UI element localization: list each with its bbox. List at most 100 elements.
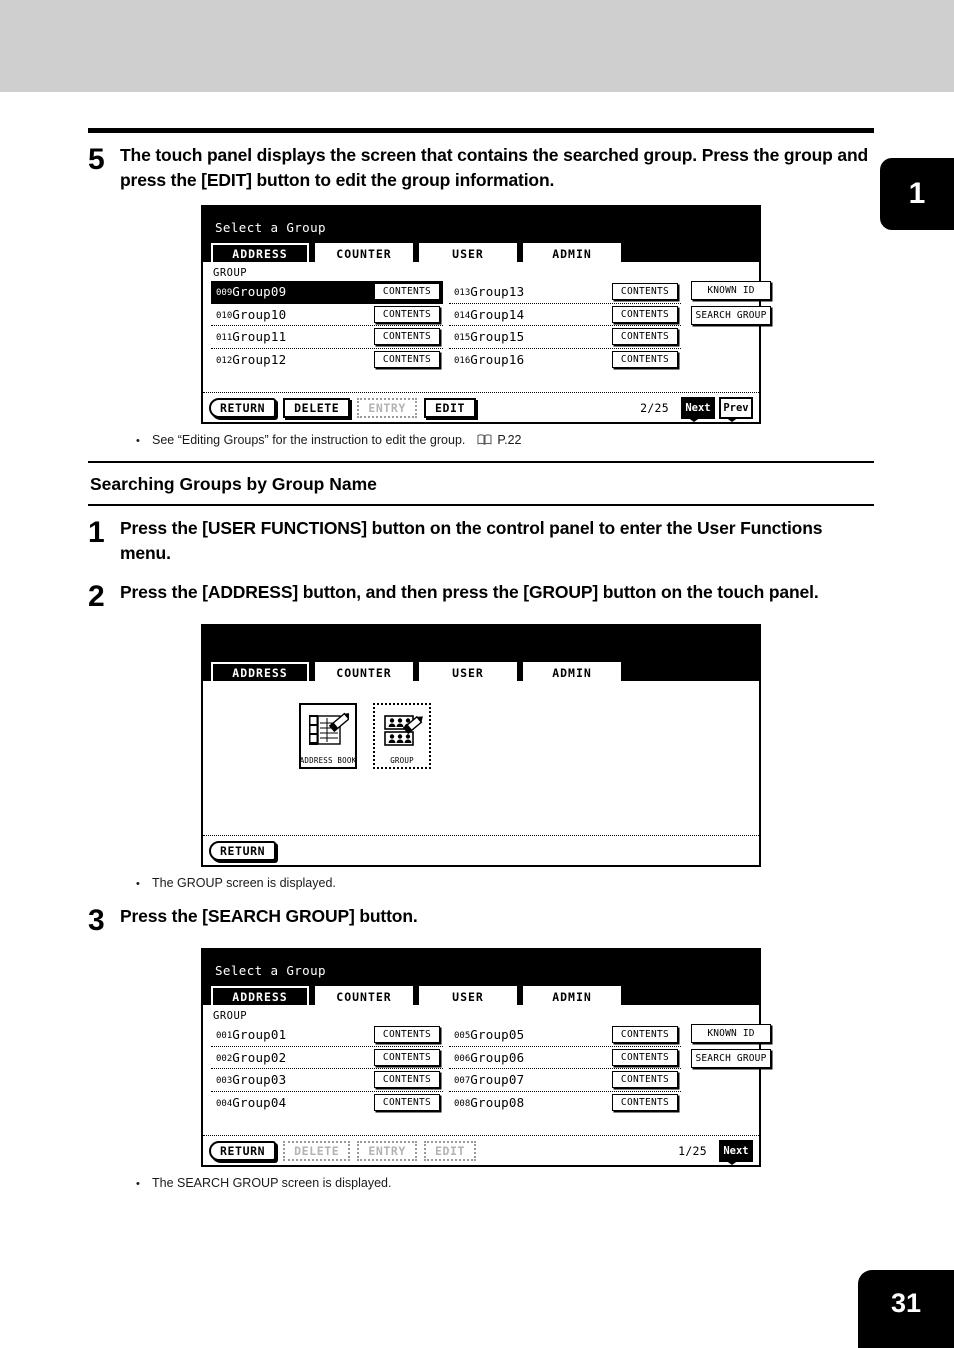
contents-button[interactable]: CONTENTS — [612, 1026, 678, 1044]
tab-counter[interactable]: COUNTER — [315, 243, 413, 264]
contents-button[interactable]: CONTENTS — [374, 283, 440, 301]
touch-panel-step5: Select a Group ADDRESS COUNTER USER ADMI… — [201, 205, 771, 424]
group-list-right-column: 005Group05 CONTENTS 006Group06 CONTENTS … — [449, 1024, 681, 1114]
group-name: 008Group08 — [449, 1095, 612, 1110]
page-number-tab: 31 — [858, 1270, 954, 1348]
group-index: 001 — [216, 1031, 233, 1042]
table-row[interactable]: 006Group06 CONTENTS — [449, 1047, 681, 1069]
table-row[interactable]: 016Group16 CONTENTS — [449, 349, 681, 372]
tab-address[interactable]: ADDRESS — [211, 986, 309, 1007]
group-label-text: Group07 — [470, 1072, 525, 1088]
note-search-group-screen: • The SEARCH GROUP screen is displayed. — [136, 1176, 874, 1190]
table-row[interactable]: 002Group02 CONTENTS — [211, 1047, 443, 1069]
group-name: 011Group11 — [211, 329, 374, 344]
group-label-text: Group06 — [470, 1049, 525, 1065]
group-name: 002Group02 — [211, 1050, 374, 1065]
chapter-tab: 1 — [880, 158, 954, 230]
address-book-card[interactable]: ADDRESS BOOK — [299, 703, 357, 769]
table-row[interactable]: 010Group10 CONTENTS — [211, 304, 443, 326]
group-index: 008 — [454, 1099, 471, 1110]
group-index: 005 — [454, 1031, 471, 1042]
table-row[interactable]: 001Group01 CONTENTS — [211, 1024, 443, 1047]
prev-page-button[interactable]: Prev — [719, 396, 753, 422]
edit-button[interactable]: EDIT — [423, 397, 477, 418]
next-page-button[interactable]: Next — [681, 396, 715, 422]
group-name: 012Group12 — [211, 352, 374, 367]
table-row[interactable]: 004Group04 CONTENTS — [211, 1092, 443, 1115]
group-card[interactable]: GROUP — [373, 703, 431, 769]
panel-side-buttons: KNOWN ID SEARCH GROUP — [681, 281, 771, 371]
bullet-dot: • — [136, 878, 140, 890]
table-row[interactable]: 015Group15 CONTENTS — [449, 326, 681, 349]
step-2-text: Press the [ADDRESS] button, and then pre… — [120, 582, 819, 602]
group-label-text: Group01 — [232, 1027, 287, 1043]
return-button[interactable]: RETURN — [209, 397, 277, 418]
tab-user[interactable]: USER — [419, 662, 517, 683]
next-page-button[interactable]: Next — [719, 1139, 753, 1165]
table-row[interactable]: 009Group09 CONTENTS — [211, 281, 443, 304]
group-label-text: Group08 — [470, 1095, 525, 1111]
panel-footer-step2: RETURN — [203, 835, 759, 865]
step-1-text: Press the [USER FUNCTIONS] button on the… — [120, 518, 823, 563]
known-id-button[interactable]: KNOWN ID — [691, 1024, 771, 1043]
group-index: 003 — [216, 1076, 233, 1087]
search-group-button[interactable]: SEARCH GROUP — [691, 306, 771, 325]
contents-button[interactable]: CONTENTS — [374, 351, 440, 369]
table-row[interactable]: 011Group11 CONTENTS — [211, 326, 443, 349]
group-name: 014Group14 — [449, 307, 612, 322]
step-1-number: 1 — [88, 516, 105, 549]
contents-button[interactable]: CONTENTS — [374, 1071, 440, 1089]
tab-counter[interactable]: COUNTER — [315, 662, 413, 683]
panel-body-step3: GROUP 001Group01 CONTENTS 002Group02 CON… — [203, 1005, 771, 1135]
bullet-dot: • — [136, 435, 140, 447]
group-label-text: Group05 — [470, 1027, 525, 1043]
contents-button[interactable]: CONTENTS — [612, 305, 678, 323]
table-row[interactable]: 008Group08 CONTENTS — [449, 1092, 681, 1115]
return-button[interactable]: RETURN — [209, 1140, 277, 1161]
tab-admin[interactable]: ADMIN — [523, 662, 621, 683]
table-row[interactable]: 014Group14 CONTENTS — [449, 304, 681, 326]
group-label-text: Group04 — [232, 1095, 287, 1111]
step-5-text: The touch panel displays the screen that… — [120, 145, 869, 190]
group-list-right-column: 013Group13 CONTENTS 014Group14 CONTENTS … — [449, 281, 681, 371]
contents-button[interactable]: CONTENTS — [374, 1094, 440, 1112]
group-label-text: Group15 — [470, 329, 525, 345]
step-3-number: 3 — [88, 904, 105, 937]
contents-button[interactable]: CONTENTS — [374, 1048, 440, 1066]
return-button[interactable]: RETURN — [209, 840, 277, 861]
tab-user[interactable]: USER — [419, 986, 517, 1007]
group-name: 001Group01 — [211, 1027, 374, 1042]
table-row[interactable]: 012Group12 CONTENTS — [211, 349, 443, 372]
contents-button[interactable]: CONTENTS — [374, 328, 440, 346]
table-row[interactable]: 005Group05 CONTENTS — [449, 1024, 681, 1047]
tab-user[interactable]: USER — [419, 243, 517, 264]
panel-header-step3: Select a Group ADDRESS COUNTER USER ADMI… — [203, 950, 759, 1007]
table-row[interactable]: 007Group07 CONTENTS — [449, 1069, 681, 1092]
note-text: The SEARCH GROUP screen is displayed. — [152, 1176, 392, 1190]
search-group-button[interactable]: SEARCH GROUP — [691, 1049, 771, 1068]
table-row[interactable]: 003Group03 CONTENTS — [211, 1069, 443, 1092]
tab-counter[interactable]: COUNTER — [315, 986, 413, 1007]
contents-button[interactable]: CONTENTS — [612, 351, 678, 369]
entry-button: ENTRY — [357, 397, 417, 418]
panel-side-buttons: KNOWN ID SEARCH GROUP — [681, 1024, 771, 1114]
touch-panel-step3: Select a Group ADDRESS COUNTER USER ADMI… — [201, 948, 771, 1167]
tab-address[interactable]: ADDRESS — [211, 243, 309, 264]
contents-button[interactable]: CONTENTS — [612, 1094, 678, 1112]
contents-button[interactable]: CONTENTS — [374, 1026, 440, 1044]
table-row[interactable]: 013Group13 CONTENTS — [449, 281, 681, 304]
contents-button[interactable]: CONTENTS — [612, 1071, 678, 1089]
group-label-text: Group12 — [232, 352, 287, 368]
tab-admin[interactable]: ADMIN — [523, 243, 621, 264]
contents-button[interactable]: CONTENTS — [612, 283, 678, 301]
tab-admin[interactable]: ADMIN — [523, 986, 621, 1007]
delete-button[interactable]: DELETE — [283, 397, 351, 418]
group-name: 006Group06 — [449, 1050, 612, 1065]
contents-button[interactable]: CONTENTS — [374, 305, 440, 323]
known-id-button[interactable]: KNOWN ID — [691, 281, 771, 300]
contents-button[interactable]: CONTENTS — [612, 1048, 678, 1066]
contents-button[interactable]: CONTENTS — [612, 328, 678, 346]
group-name: 009Group09 — [211, 284, 374, 299]
step-2: 2 Press the [ADDRESS] button, and then p… — [88, 580, 874, 612]
tab-address[interactable]: ADDRESS — [211, 662, 309, 683]
